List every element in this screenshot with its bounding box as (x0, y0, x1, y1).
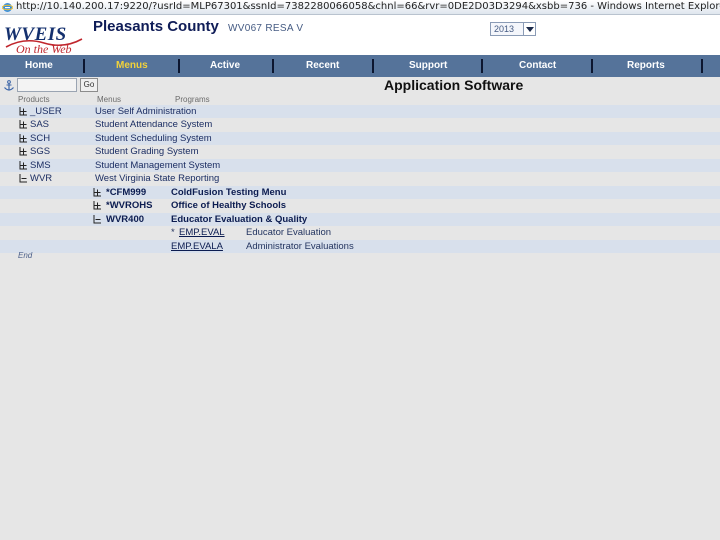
resa-label: WV067 RESA V (228, 23, 304, 34)
product-name[interactable]: Student Grading System (95, 146, 199, 157)
nav-menus[interactable]: Menus (116, 60, 148, 71)
product-name[interactable]: West Virginia State Reporting (95, 173, 219, 184)
county-name: Pleasants County (93, 18, 219, 35)
program-row-emp-evala: EMP.EVALA Administrator Evaluations (0, 240, 720, 253)
window-title: http://10.140.200.17:9220/?usrId=MLP6730… (16, 1, 720, 12)
nav-contact[interactable]: Contact (519, 60, 556, 71)
program-code[interactable]: EMP.EVALA (171, 241, 223, 252)
menu-name[interactable]: ColdFusion Testing Menu (171, 187, 286, 198)
product-code[interactable]: SGS (30, 146, 50, 157)
collapse-icon[interactable] (93, 215, 102, 224)
product-row-sas: SAS Student Attendance System (0, 118, 720, 131)
menu-code[interactable]: WVR400 (106, 214, 144, 225)
wveis-logo[interactable]: WVEIS On the Web (4, 24, 84, 58)
column-header-menus: Menus (97, 95, 122, 104)
product-row-sms: SMS Student Management System (0, 159, 720, 172)
product-row-user: _USER User Self Administration (0, 105, 720, 118)
program-marker: * (171, 227, 175, 238)
chevron-down-icon[interactable] (523, 23, 535, 35)
search-input[interactable] (17, 78, 77, 92)
nav-active[interactable]: Active (210, 60, 240, 71)
nav-separator (591, 59, 593, 73)
nav-separator (481, 59, 483, 73)
main-nav-bar: Home Menus Active Recent Support Contact… (0, 55, 720, 77)
product-name[interactable]: User Self Administration (95, 106, 196, 117)
nav-separator (272, 59, 274, 73)
nav-separator (178, 59, 180, 73)
go-button[interactable]: Go (80, 78, 98, 92)
expand-icon[interactable] (19, 161, 28, 170)
search-row: Go Application Software (0, 77, 720, 94)
menu-row-cfm999: *CFM999 ColdFusion Testing Menu (0, 186, 720, 199)
collapse-icon[interactable] (19, 174, 28, 183)
expand-icon[interactable] (19, 120, 28, 129)
nav-separator (372, 59, 374, 73)
menu-name[interactable]: Educator Evaluation & Quality (171, 214, 307, 225)
product-row-sgs: SGS Student Grading System (0, 145, 720, 158)
page-title: Application Software (384, 77, 524, 93)
expand-icon[interactable] (19, 134, 28, 143)
product-name[interactable]: Student Attendance System (95, 119, 212, 130)
program-name[interactable]: Administrator Evaluations (246, 241, 354, 252)
program-name[interactable]: Educator Evaluation (246, 227, 331, 238)
year-value: 2013 (494, 24, 515, 34)
menu-name[interactable]: Office of Healthy Schools (171, 200, 286, 211)
anchor-icon[interactable] (3, 80, 15, 92)
expand-icon[interactable] (19, 107, 28, 116)
nav-recent[interactable]: Recent (306, 60, 339, 71)
app-header: WVEIS On the Web Pleasants County WV067 … (0, 15, 720, 58)
nav-separator (83, 59, 85, 73)
year-select[interactable]: 2013 (490, 22, 536, 36)
column-header-programs: Programs (175, 95, 210, 104)
product-code[interactable]: SAS (30, 119, 49, 130)
product-code[interactable]: WVR (30, 173, 52, 184)
expand-icon[interactable] (19, 147, 28, 156)
product-name[interactable]: Student Management System (95, 160, 220, 171)
product-code[interactable]: SCH (30, 133, 50, 144)
window-title-bar: http://10.140.200.17:9220/?usrId=MLP6730… (0, 0, 720, 15)
expand-icon[interactable] (93, 201, 102, 210)
product-row-wvr: WVR West Virginia State Reporting (0, 172, 720, 185)
nav-reports[interactable]: Reports (627, 60, 665, 71)
column-header-products: Products (18, 95, 50, 104)
nav-support[interactable]: Support (409, 60, 447, 71)
product-row-sch: SCH Student Scheduling System (0, 132, 720, 145)
product-code[interactable]: _USER (30, 106, 62, 117)
expand-icon[interactable] (93, 188, 102, 197)
program-row-emp-eval: * EMP.EVAL Educator Evaluation (0, 226, 720, 239)
program-code[interactable]: EMP.EVAL (179, 227, 225, 238)
product-name[interactable]: Student Scheduling System (95, 133, 212, 144)
internet-explorer-icon (2, 3, 13, 12)
menu-code[interactable]: *WVROHS (106, 200, 152, 211)
nav-separator (701, 59, 703, 73)
nav-home[interactable]: Home (25, 60, 53, 71)
product-code[interactable]: SMS (30, 160, 51, 171)
menu-code[interactable]: *CFM999 (106, 187, 146, 198)
end-label: End (18, 251, 33, 260)
menu-row-wvrohs: *WVROHS Office of Healthy Schools (0, 199, 720, 212)
menu-row-wvr400: WVR400 Educator Evaluation & Quality (0, 213, 720, 226)
